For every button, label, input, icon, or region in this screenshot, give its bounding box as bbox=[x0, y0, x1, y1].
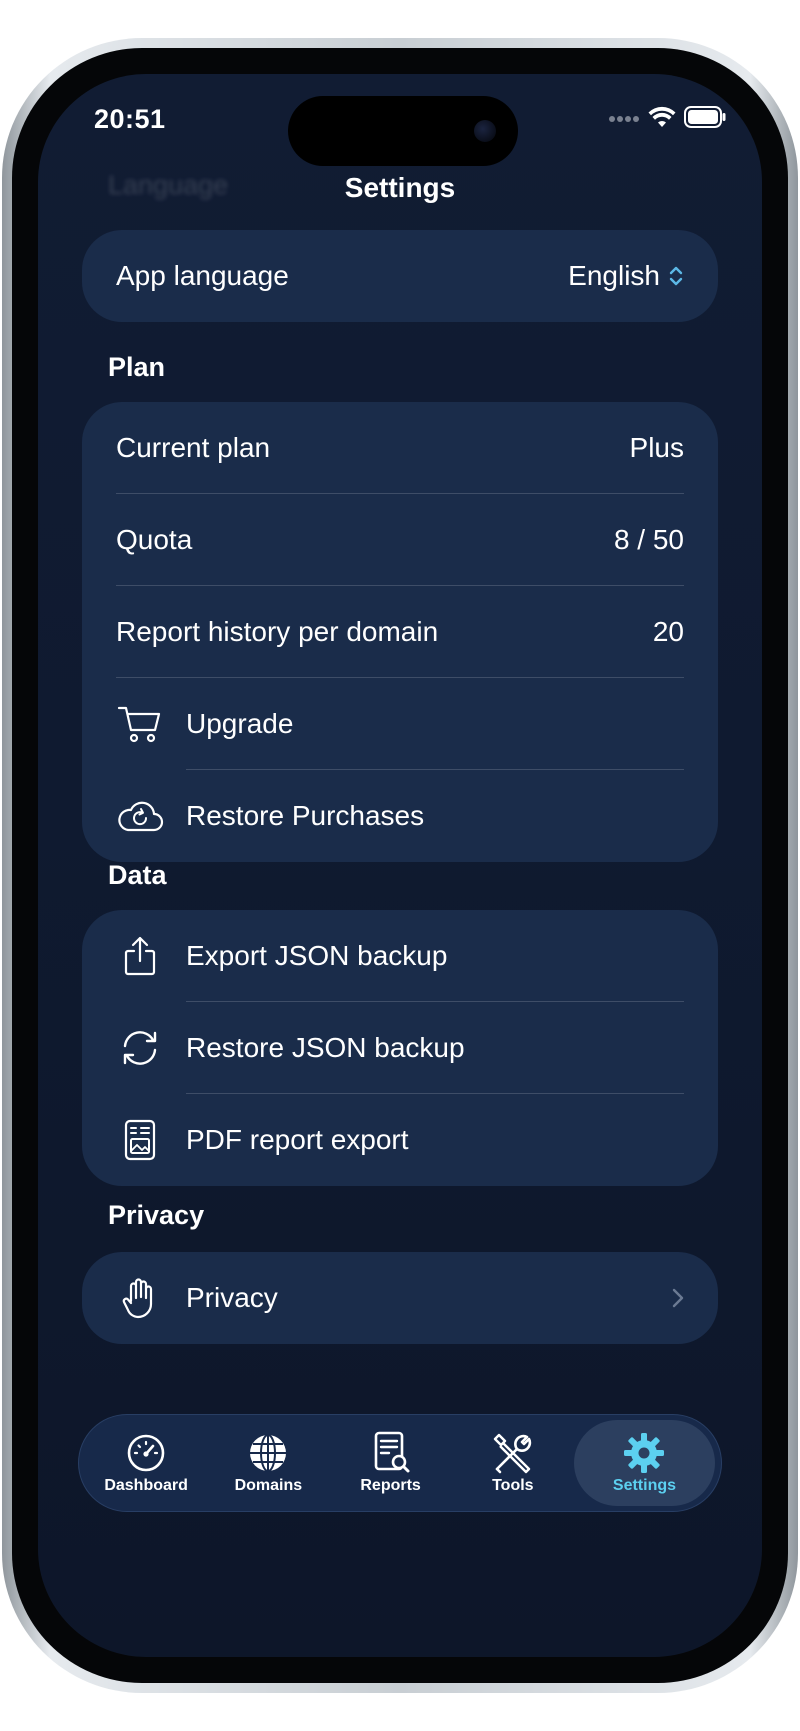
chevron-up-down-icon bbox=[668, 264, 684, 288]
export-json-label: Export JSON backup bbox=[186, 940, 448, 971]
phone-frame: 20:51 Language Settings App language Eng… bbox=[2, 38, 798, 1693]
tab-reports[interactable]: Reports bbox=[329, 1420, 451, 1506]
cloud-refresh-icon bbox=[116, 792, 164, 840]
history-row: Report history per domain 20 bbox=[82, 586, 718, 678]
privacy-card: Privacy bbox=[82, 1252, 718, 1344]
current-plan-value: Plus bbox=[629, 432, 684, 463]
history-value: 20 bbox=[652, 616, 684, 647]
screen: 20:51 Language Settings App language Eng… bbox=[38, 74, 762, 1657]
tools-icon bbox=[491, 1431, 535, 1475]
tab-settings-label: Settings bbox=[612, 1477, 677, 1494]
plan-card: Current plan Plus Quota 8 / 50 Report hi… bbox=[82, 402, 718, 862]
gear-icon bbox=[622, 1431, 666, 1475]
upgrade-label: Upgrade bbox=[186, 708, 294, 739]
upgrade-button[interactable]: Upgrade bbox=[82, 678, 718, 770]
wifi-icon bbox=[648, 106, 676, 133]
gauge-icon bbox=[124, 1431, 168, 1475]
status-time: 20:51 bbox=[94, 104, 166, 134]
tab-dashboard[interactable]: Dashboard bbox=[85, 1420, 207, 1506]
app-language-value[interactable]: English bbox=[568, 260, 660, 292]
language-card: App language English bbox=[82, 230, 718, 322]
tab-settings[interactable]: Settings bbox=[573, 1420, 715, 1506]
status-icons bbox=[608, 104, 726, 134]
privacy-section-header: Privacy bbox=[108, 1200, 205, 1230]
dynamic-island bbox=[288, 96, 518, 166]
battery-icon bbox=[684, 105, 726, 133]
camera-icon bbox=[474, 120, 496, 142]
cart-icon bbox=[116, 700, 164, 748]
current-plan-row: Current plan Plus bbox=[82, 402, 718, 494]
chevron-right-icon bbox=[672, 1288, 684, 1308]
pdf-export-button[interactable]: PDF report export bbox=[82, 1094, 718, 1186]
pdf-export-label: PDF report export bbox=[186, 1124, 409, 1155]
restore-json-button[interactable]: Restore JSON backup bbox=[82, 1002, 718, 1094]
tab-domains[interactable]: Domains bbox=[207, 1420, 329, 1506]
restore-purchases-label: Restore Purchases bbox=[186, 800, 425, 831]
tab-tools-label: Tools bbox=[492, 1477, 534, 1494]
tab-reports-label: Reports bbox=[360, 1477, 421, 1494]
phone-bezel: 20:51 Language Settings App language Eng… bbox=[12, 48, 788, 1683]
app-language-row[interactable]: App language English bbox=[82, 230, 718, 322]
current-plan-label: Current plan bbox=[116, 432, 271, 463]
history-label: Report history per domain bbox=[116, 616, 439, 647]
data-section-header: Data bbox=[108, 860, 167, 890]
restore-purchases-button[interactable]: Restore Purchases bbox=[82, 770, 718, 862]
sync-icon bbox=[116, 1024, 164, 1072]
restore-json-label: Restore JSON backup bbox=[186, 1032, 465, 1063]
tab-dashboard-label: Dashboard bbox=[104, 1477, 188, 1494]
tab-tools[interactable]: Tools bbox=[452, 1420, 574, 1506]
globe-icon bbox=[246, 1431, 290, 1475]
quota-value: 8 / 50 bbox=[613, 524, 684, 555]
hand-icon bbox=[116, 1274, 164, 1322]
privacy-label: Privacy bbox=[186, 1282, 278, 1313]
tab-bar: Dashboard Domains Reports Tools Settings bbox=[78, 1414, 722, 1512]
app-language-label: App language bbox=[116, 260, 289, 291]
status-bar: 20:51 bbox=[38, 74, 762, 184]
report-search-icon bbox=[369, 1431, 413, 1475]
export-json-button[interactable]: Export JSON backup bbox=[82, 910, 718, 1002]
quota-row: Quota 8 / 50 bbox=[82, 494, 718, 586]
cellular-dots-icon bbox=[608, 110, 640, 128]
page-title: Settings bbox=[344, 172, 456, 203]
plan-section-header: Plan bbox=[108, 352, 166, 382]
quota-label: Quota bbox=[116, 524, 193, 555]
document-image-icon bbox=[116, 1116, 164, 1164]
data-card: Export JSON backup Restore JSON backup P… bbox=[82, 910, 718, 1186]
tab-domains-label: Domains bbox=[234, 1477, 303, 1494]
share-icon bbox=[116, 932, 164, 980]
privacy-row[interactable]: Privacy bbox=[82, 1252, 718, 1344]
